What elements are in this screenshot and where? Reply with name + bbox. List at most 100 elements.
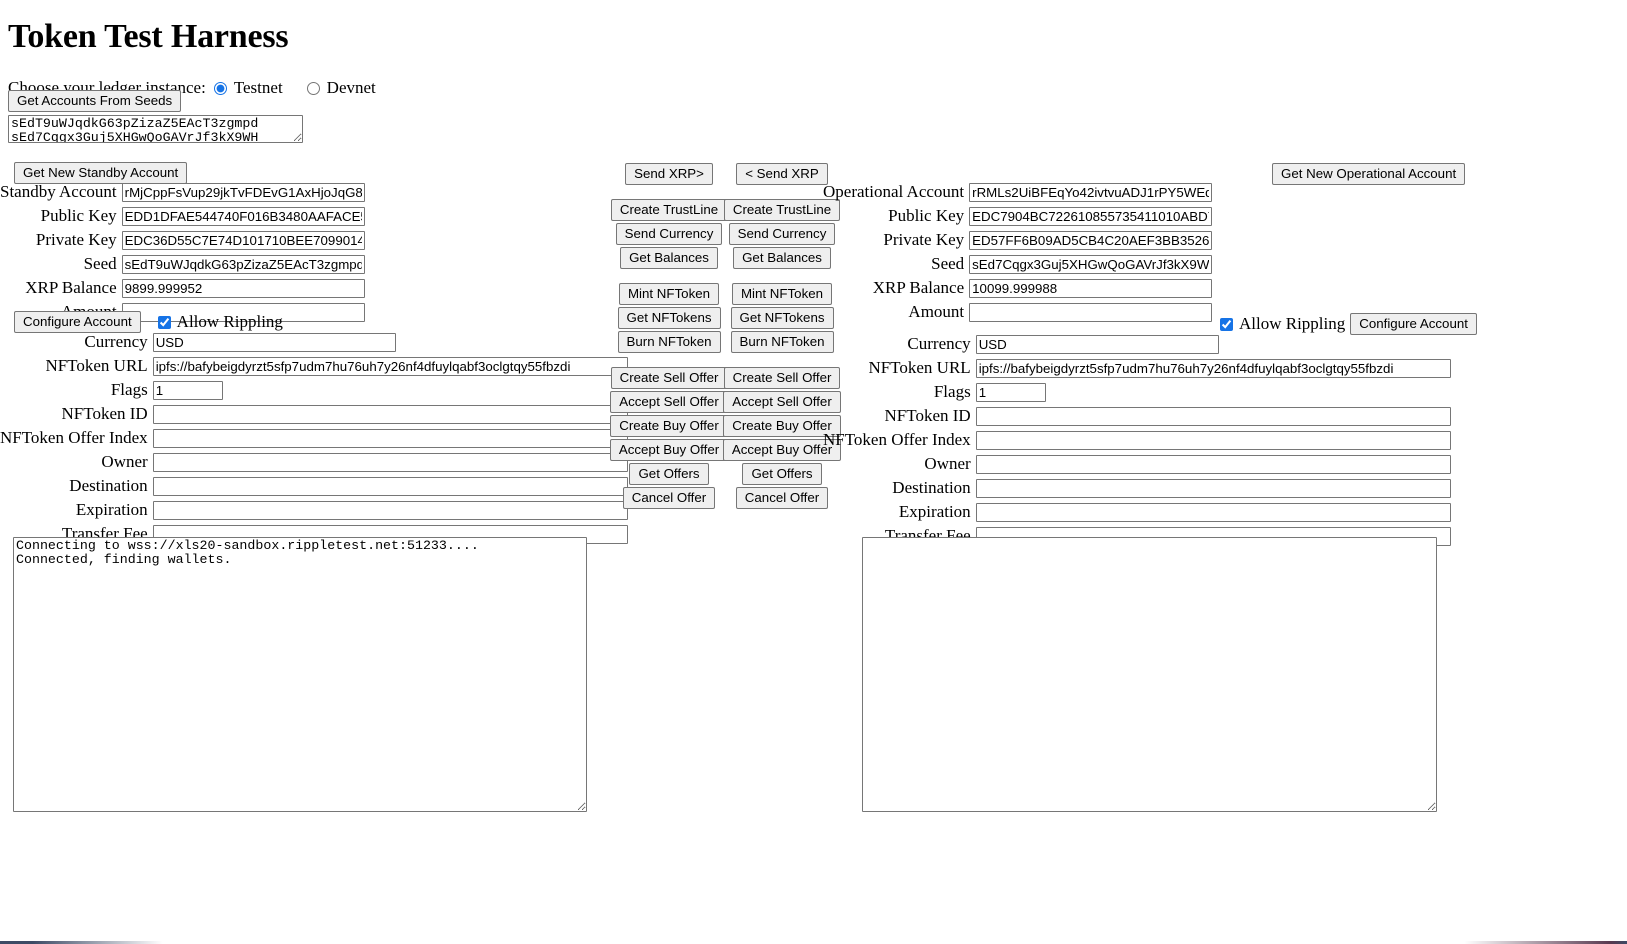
operational-seed-label: Seed: [931, 254, 965, 273]
standby-destination-input[interactable]: [152, 476, 628, 496]
standby-get-offers-button[interactable]: Get Offers: [629, 463, 709, 485]
standby-flags-label: Flags: [110, 380, 148, 399]
standby-token-form: Currency NFToken URL Flags NFToken ID NF…: [0, 332, 628, 544]
page-title: Token Test Harness: [8, 18, 289, 55]
standby-actions-column: Send XRP> Create TrustLine Send Currency…: [609, 163, 729, 511]
operational-burn-nftoken-button[interactable]: Burn NFToken: [730, 331, 834, 353]
send-xrp-forward-button[interactable]: Send XRP>: [625, 163, 713, 185]
operational-nftoken-url-input[interactable]: [975, 358, 1451, 378]
get-new-standby-account-button[interactable]: Get New Standby Account: [14, 162, 188, 184]
operational-xrp-balance-label: XRP Balance: [872, 278, 965, 297]
standby-private-key-label: Private Key: [35, 230, 117, 249]
standby-currency-label: Currency: [84, 332, 148, 351]
operational-account-label: Operational Account: [823, 182, 965, 201]
standby-account-label: Standby Account: [0, 182, 117, 201]
standby-destination-label: Destination: [69, 476, 148, 495]
standby-allow-rippling[interactable]: Allow Rippling: [157, 312, 283, 332]
operational-configure-row: Allow Rippling Configure Account: [1220, 313, 1477, 335]
standby-account-input[interactable]: [121, 182, 365, 202]
operational-form: Operational Account Public Key Private K…: [823, 182, 1213, 322]
operational-flags-input[interactable]: [975, 382, 1046, 402]
operational-nftoken-id-input[interactable]: [975, 406, 1451, 426]
standby-owner-input[interactable]: [152, 452, 628, 472]
standby-mint-nftoken-button[interactable]: Mint NFToken: [618, 283, 720, 305]
operational-seed-input[interactable]: [969, 254, 1213, 274]
operational-amount-input[interactable]: [969, 302, 1213, 322]
operational-nftoken-offer-index-label: NFToken Offer Index: [823, 430, 971, 449]
operational-public-key-input[interactable]: [969, 206, 1213, 226]
standby-flags-input[interactable]: [152, 380, 223, 400]
standby-nftoken-url-label: NFToken URL: [45, 356, 148, 375]
standby-send-currency-button[interactable]: Send Currency: [615, 223, 723, 245]
standby-nftoken-id-input[interactable]: [152, 404, 628, 424]
standby-allow-rippling-checkbox[interactable]: [157, 315, 171, 329]
operational-expiration-input[interactable]: [975, 502, 1451, 522]
get-accounts-from-seeds-button[interactable]: Get Accounts From Seeds: [8, 90, 182, 112]
operational-cancel-offer-button[interactable]: Cancel Offer: [735, 487, 829, 509]
standby-accept-sell-offer-button[interactable]: Accept Sell Offer: [610, 391, 728, 413]
operational-token-form: Currency NFToken URL Flags NFToken ID NF…: [823, 334, 1463, 546]
seeds-textarea[interactable]: sEdT9uWJqdkG63pZizaZ5EAcT3zgmpd sEd7Cqgx…: [8, 115, 303, 143]
standby-public-key-label: Public Key: [40, 206, 117, 225]
operational-mint-nftoken-button[interactable]: Mint NFToken: [731, 283, 833, 305]
standby-seed-label: Seed: [83, 254, 117, 273]
standby-create-trustline-button[interactable]: Create TrustLine: [610, 199, 728, 221]
operational-account-input[interactable]: [969, 182, 1213, 202]
get-new-operational-account-button[interactable]: Get New Operational Account: [1272, 163, 1466, 185]
standby-get-nftokens-button[interactable]: Get NFTokens: [617, 307, 721, 329]
operational-destination-label: Destination: [892, 478, 971, 497]
standby-burn-nftoken-button[interactable]: Burn NFToken: [617, 331, 721, 353]
standby-nftoken-id-label: NFToken ID: [61, 404, 148, 423]
operational-owner-label: Owner: [924, 454, 971, 473]
standby-create-buy-offer-button[interactable]: Create Buy Offer: [610, 415, 728, 437]
standby-owner-label: Owner: [101, 452, 148, 471]
radio-devnet-input[interactable]: [306, 81, 320, 95]
radio-devnet-label: Devnet: [326, 78, 376, 97]
operational-allow-rippling-checkbox[interactable]: [1220, 317, 1233, 331]
operational-nftoken-offer-index-input[interactable]: [975, 430, 1451, 450]
operational-configure-account-button[interactable]: Configure Account: [1350, 313, 1477, 335]
operational-actions-column: < Send XRP Create TrustLine Send Currenc…: [722, 163, 842, 511]
operational-send-currency-button[interactable]: Send Currency: [728, 223, 836, 245]
send-xrp-back-button[interactable]: < Send XRP: [736, 163, 828, 185]
standby-form: Standby Account Public Key Private Key S…: [0, 182, 385, 322]
standby-configure-row: Configure Account Allow Rippling: [14, 311, 283, 333]
standby-cancel-offer-button[interactable]: Cancel Offer: [622, 487, 716, 509]
operational-currency-input[interactable]: [975, 334, 1219, 354]
standby-accept-buy-offer-button[interactable]: Accept Buy Offer: [609, 439, 729, 461]
standby-private-key-input[interactable]: [121, 230, 365, 250]
standby-currency-input[interactable]: [152, 332, 396, 352]
operational-amount-label: Amount: [908, 302, 965, 321]
operational-private-key-label: Private Key: [883, 230, 965, 249]
operational-private-key-input[interactable]: [969, 230, 1213, 250]
operational-currency-label: Currency: [907, 334, 971, 353]
standby-allow-rippling-label: Allow Rippling: [176, 312, 283, 331]
standby-configure-account-button[interactable]: Configure Account: [14, 311, 141, 333]
operational-get-nftokens-button[interactable]: Get NFTokens: [730, 307, 834, 329]
standby-seed-input[interactable]: [121, 254, 365, 274]
operational-new-account-row: Get New Operational Account: [1272, 163, 1466, 185]
standby-xrp-balance-input[interactable]: [121, 278, 365, 298]
standby-nftoken-url-input[interactable]: [152, 356, 628, 376]
standby-expiration-label: Expiration: [75, 500, 148, 519]
operational-allow-rippling-label: Allow Rippling: [1239, 314, 1346, 333]
standby-public-key-input[interactable]: [121, 206, 365, 226]
operational-destination-input[interactable]: [975, 478, 1451, 498]
operational-results-textarea[interactable]: [862, 537, 1437, 812]
radio-devnet[interactable]: Devnet: [306, 78, 376, 98]
standby-nftoken-offer-index-input[interactable]: [152, 428, 628, 448]
app-root: Token Test Harness Choose your ledger in…: [0, 0, 1627, 944]
operational-flags-label: Flags: [933, 382, 971, 401]
standby-results-textarea[interactable]: Connecting to wss://xls20-sandbox.ripple…: [13, 537, 587, 812]
seeds-block: Get Accounts From Seeds sEdT9uWJqdkG63pZ…: [8, 90, 303, 148]
standby-get-balances-button[interactable]: Get Balances: [620, 247, 718, 269]
operational-allow-rippling[interactable]: Allow Rippling: [1220, 314, 1345, 334]
operational-get-offers-button[interactable]: Get Offers: [742, 463, 822, 485]
operational-xrp-balance-input[interactable]: [969, 278, 1213, 298]
standby-expiration-input[interactable]: [152, 500, 628, 520]
operational-expiration-label: Expiration: [898, 502, 971, 521]
operational-public-key-label: Public Key: [888, 206, 965, 225]
operational-owner-input[interactable]: [975, 454, 1451, 474]
standby-create-sell-offer-button[interactable]: Create Sell Offer: [610, 367, 728, 389]
operational-get-balances-button[interactable]: Get Balances: [733, 247, 831, 269]
